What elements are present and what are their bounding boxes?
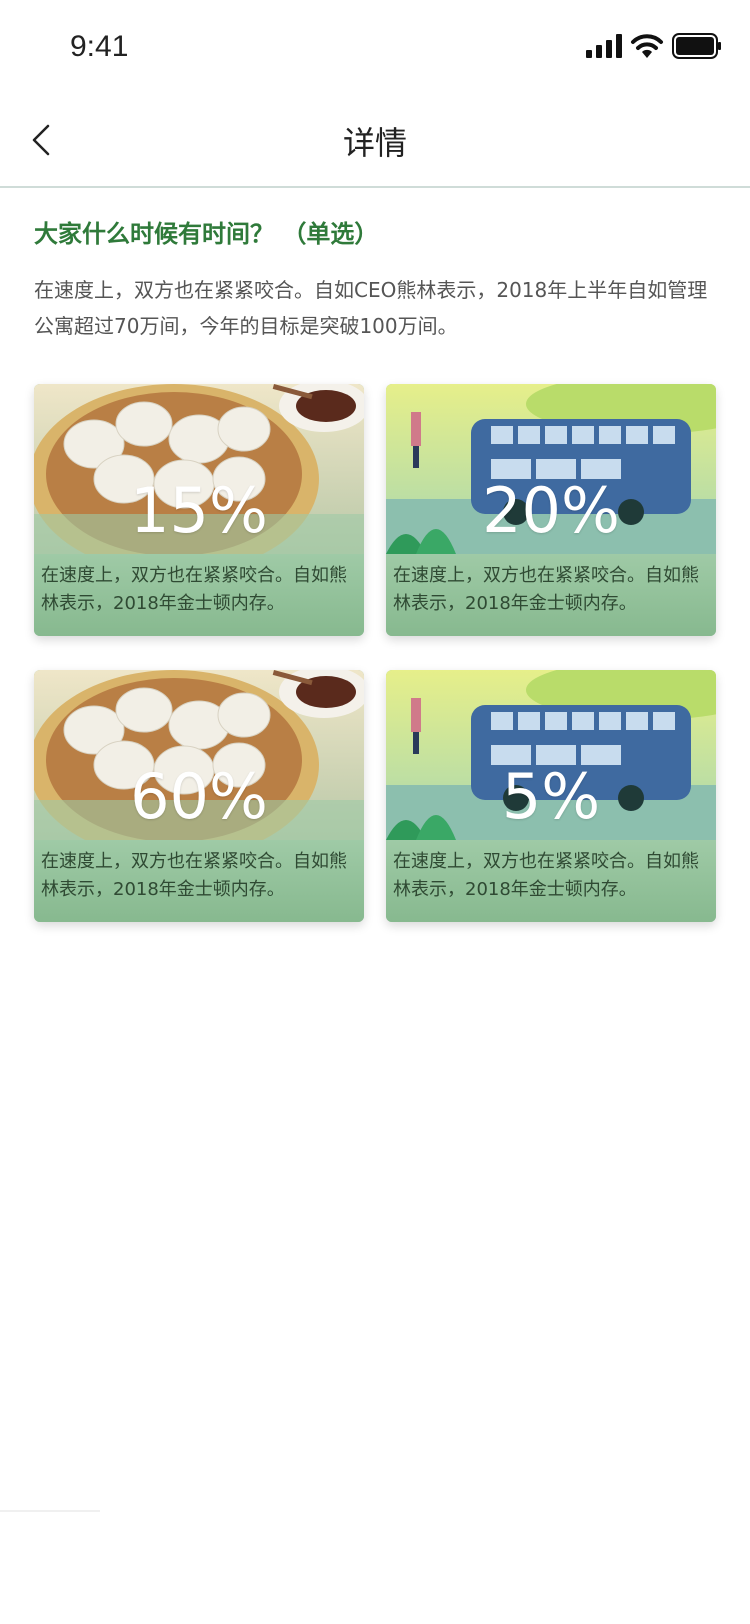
navigation-bar: 详情 bbox=[0, 90, 750, 188]
option-caption: 在速度上，双方也在紧紧咬合。自如熊林表示，2018年金士顿内存。 bbox=[386, 554, 716, 636]
option-caption-text: 在速度上，双方也在紧紧咬合。自如熊林表示，2018年金士顿内存。 bbox=[393, 565, 699, 614]
wifi-icon bbox=[631, 34, 663, 58]
option-percentage: 60% bbox=[130, 760, 268, 833]
question-title: 大家什么时候有时间？ （单选） bbox=[34, 220, 379, 248]
option-caption-text: 在速度上，双方也在紧紧咬合。自如熊林表示，2018年金士顿内存。 bbox=[41, 565, 347, 614]
battery-icon bbox=[672, 33, 721, 59]
option-caption: 在速度上，双方也在紧紧咬合。自如熊林表示，2018年金士顿内存。 bbox=[34, 554, 364, 636]
option-percentage: 15% bbox=[130, 474, 268, 547]
option-percentage: 5% bbox=[501, 760, 601, 833]
option-caption-text: 在速度上，双方也在紧紧咬合。自如熊林表示，2018年金士顿内存。 bbox=[393, 851, 699, 900]
option-card-2[interactable]: 20% 在速度上，双方也在紧紧咬合。自如熊林表示，2018年金士顿内存。 bbox=[386, 384, 716, 636]
option-card-4[interactable]: 5% 在速度上，双方也在紧紧咬合。自如熊林表示，2018年金士顿内存。 bbox=[386, 670, 716, 922]
status-time: 9:41 bbox=[70, 30, 129, 63]
option-caption: 在速度上，双方也在紧紧咬合。自如熊林表示，2018年金士顿内存。 bbox=[34, 840, 364, 922]
cellular-signal-icon bbox=[586, 34, 622, 58]
status-bar: 9:41 bbox=[0, 0, 750, 90]
option-caption: 在速度上，双方也在紧紧咬合。自如熊林表示，2018年金士顿内存。 bbox=[386, 840, 716, 922]
option-card-1[interactable]: 15% 在速度上，双方也在紧紧咬合。自如熊林表示，2018年金士顿内存。 bbox=[34, 384, 364, 636]
option-caption-text: 在速度上，双方也在紧紧咬合。自如熊林表示，2018年金士顿内存。 bbox=[41, 851, 347, 900]
question-description: 在速度上，双方也在紧紧咬合。自如CEO熊林表示，2018年上半年自如管理公寓超过… bbox=[34, 278, 708, 338]
option-card-3[interactable]: 60% 在速度上，双方也在紧紧咬合。自如熊林表示，2018年金士顿内存。 bbox=[34, 670, 364, 922]
bottom-divider bbox=[0, 1510, 100, 1512]
page-title: 详情 bbox=[342, 124, 407, 162]
option-percentage: 20% bbox=[482, 474, 620, 547]
